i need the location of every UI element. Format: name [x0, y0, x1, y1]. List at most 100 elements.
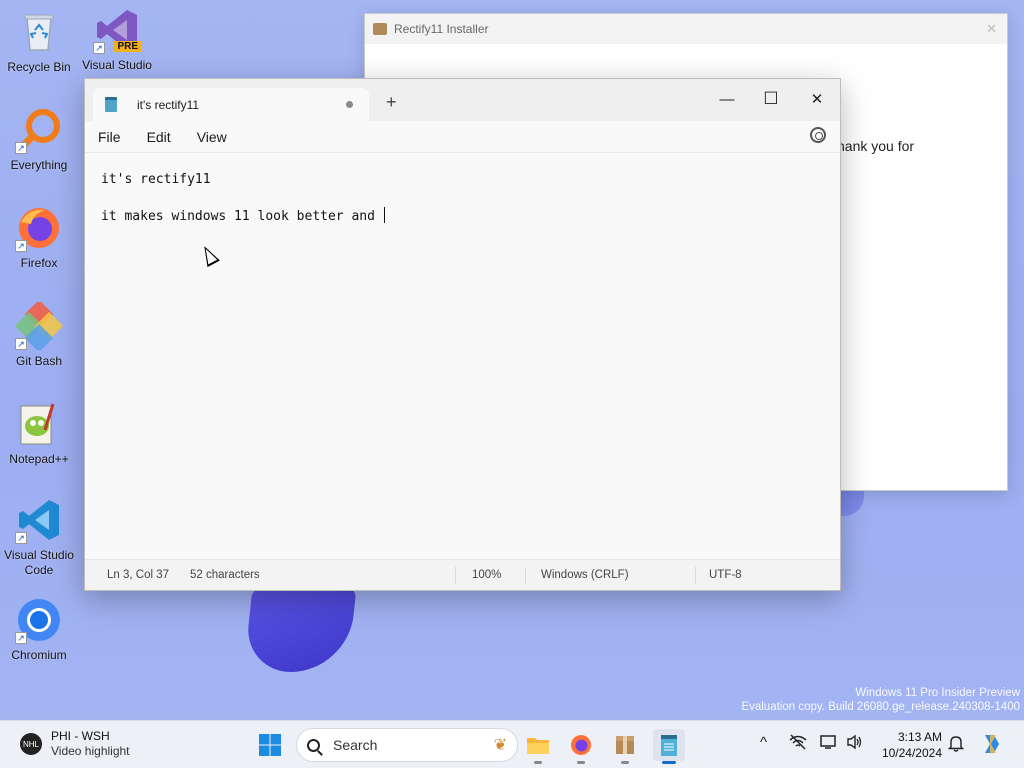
search-placeholder: Search — [333, 737, 378, 753]
volume-icon[interactable] — [846, 734, 864, 754]
network-status-icon[interactable] — [789, 734, 807, 754]
shortcut-arrow-icon: ↗ — [15, 532, 27, 544]
desktop-icon-git-bash[interactable]: ↗ Git Bash — [0, 299, 78, 369]
running-indicator — [621, 761, 629, 764]
desktop-icon-everything[interactable]: ↗ Everything — [0, 106, 78, 173]
status-divider — [695, 567, 696, 584]
chromium-icon: ↗ — [15, 596, 63, 644]
installer-titlebar[interactable]: Rectify11 Installer — [365, 14, 1007, 44]
display-icon[interactable] — [820, 734, 838, 754]
desktop-icon-label: Notepad++ — [9, 452, 69, 466]
text-editor[interactable]: it's rectify11 it makes windows 11 look … — [85, 154, 840, 559]
firefox-icon: ↗ — [15, 204, 63, 252]
search-highlight-icon: ❦ — [493, 737, 507, 754]
notifications-bell-icon[interactable] — [947, 734, 965, 756]
status-divider — [525, 567, 526, 584]
taskbar-notepad[interactable] — [653, 729, 685, 764]
desktop-icon-label: Visual Studio Code — [4, 548, 74, 577]
text-caret — [383, 207, 385, 223]
desktop-icon-notepad-plus-plus[interactable]: Notepad++ — [0, 400, 78, 467]
shortcut-arrow-icon: ↗ — [15, 338, 27, 350]
desktop-icon-label: Visual Studio 2022 Preview — [81, 58, 154, 74]
notepad-menubar: File Edit View — [85, 121, 840, 153]
firefox-icon — [571, 735, 591, 755]
shortcut-arrow-icon: ↗ — [93, 42, 105, 54]
desktop-icon-label: Git Bash — [15, 354, 63, 368]
desktop-icon-label: Everything — [10, 158, 68, 172]
notepad-icon — [105, 97, 117, 112]
watermark-edition: Windows 11 Pro Insider Preview — [855, 687, 1020, 699]
notepad-tabbar[interactable]: it's rectify11 + — ☐ ✕ — [85, 79, 840, 121]
widget-subtitle: Video highlight — [51, 744, 130, 758]
running-indicator — [577, 761, 585, 764]
windows-logo-icon — [259, 734, 281, 756]
status-bar: Ln 3, Col 37 52 characters 100% Windows … — [85, 559, 840, 590]
zoom-level[interactable]: 100% — [472, 569, 501, 581]
menu-edit[interactable]: Edit — [147, 129, 171, 145]
taskbar-firefox[interactable] — [565, 729, 597, 764]
start-button[interactable] — [254, 729, 286, 761]
shortcut-arrow-icon: ↗ — [15, 142, 27, 154]
everything-search-icon: ↗ — [15, 106, 63, 154]
git-bash-icon: ↗ — [14, 299, 64, 353]
taskbar-file-explorer[interactable] — [522, 729, 554, 764]
notepad-window[interactable]: it's rectify11 + — ☐ ✕ File Edit View it… — [84, 78, 841, 591]
wallpaper-shape — [243, 588, 357, 672]
visual-studio-icon: PRE ↗ — [93, 6, 141, 54]
unsaved-indicator-icon[interactable] — [346, 101, 353, 108]
menu-view[interactable]: View — [197, 129, 227, 145]
desktop-icon-label: Chromium — [11, 648, 67, 662]
desktop-icon-chromium[interactable]: ↗ Chromium — [0, 596, 78, 663]
recycle-bin-icon — [15, 8, 63, 56]
desktop: Recycle Bin PRE ↗ Visual Studio 2022 Pre… — [0, 0, 1024, 720]
status-divider — [455, 567, 456, 584]
encoding[interactable]: UTF-8 — [709, 569, 742, 581]
menu-file[interactable]: File — [98, 129, 121, 145]
notepad-icon — [661, 735, 677, 756]
installer-close-button[interactable]: ✕ — [986, 21, 997, 37]
maximize-button[interactable]: ☐ — [749, 85, 793, 113]
desktop-icon-label: Recycle Bin — [7, 60, 71, 74]
tab-document[interactable]: it's rectify11 — [93, 88, 369, 121]
build-watermark: Windows 11 Pro Insider Preview Evaluatio… — [741, 686, 1020, 714]
minimize-button[interactable]: — — [705, 85, 749, 113]
settings-gear-icon[interactable] — [810, 127, 826, 143]
taskbar-rectify11-installer[interactable] — [609, 729, 641, 764]
editor-line-text: it makes windows 11 look better and — [101, 209, 383, 224]
taskbar-search[interactable]: Search ❦ — [296, 728, 518, 762]
clock-time: 3:13 AM — [897, 730, 942, 744]
notepad-plus-plus-icon — [15, 400, 63, 448]
desktop-icon-recycle-bin[interactable]: Recycle Bin — [0, 8, 78, 75]
clock-date: 10/24/2024 — [881, 746, 942, 760]
shortcut-arrow-icon: ↗ — [15, 632, 27, 644]
taskbar: NHL PHI - WSH Video highlight Search ❦ ^… — [0, 720, 1024, 768]
cursor-position: Ln 3, Col 37 — [107, 569, 170, 581]
installer-title: Rectify11 Installer — [394, 22, 489, 36]
desktop-icon-visual-studio[interactable]: PRE ↗ Visual Studio 2022 Preview — [78, 6, 156, 74]
preview-badge: PRE — [114, 41, 141, 52]
editor-line: it's rectify11 — [101, 172, 211, 187]
desktop-icon-firefox[interactable]: ↗ Firefox — [0, 204, 78, 271]
folder-icon — [527, 738, 549, 754]
installer-text: hank you for — [837, 138, 915, 154]
show-hidden-icons-button[interactable]: ^ — [760, 734, 767, 751]
desktop-icon-vscode[interactable]: ↗ Visual Studio Code — [0, 496, 78, 578]
package-icon — [616, 736, 634, 754]
editor-line: it makes windows 11 look better and — [101, 207, 824, 225]
new-tab-button[interactable]: + — [386, 93, 397, 111]
running-indicator — [662, 761, 676, 764]
desktop-icon-label: Firefox — [20, 256, 58, 270]
vscode-icon: ↗ — [15, 496, 63, 544]
shortcut-arrow-icon: ↗ — [15, 240, 27, 252]
copilot-icon[interactable] — [980, 732, 1004, 760]
close-button[interactable]: ✕ — [795, 85, 839, 113]
tab-title: it's rectify11 — [137, 97, 200, 112]
taskbar-clock[interactable]: 3:13 AM 10/24/2024 — [882, 729, 942, 761]
widgets-button[interactable]: NHL PHI - WSH Video highlight — [20, 729, 130, 759]
character-count: 52 characters — [190, 569, 260, 581]
watermark-build: Evaluation copy. Build 26080.ge_release.… — [741, 701, 1020, 713]
nhl-icon: NHL — [20, 733, 42, 755]
running-indicator — [534, 761, 542, 764]
package-icon — [373, 23, 387, 35]
line-endings[interactable]: Windows (CRLF) — [541, 569, 629, 581]
